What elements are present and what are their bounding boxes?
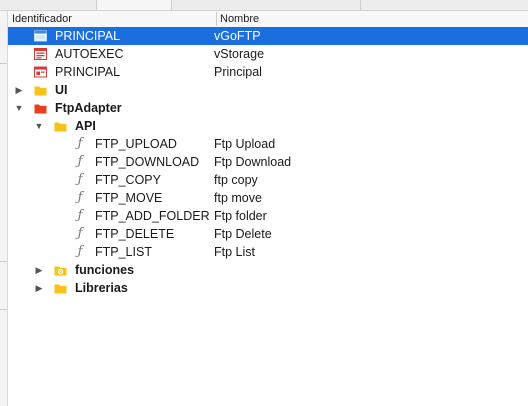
edge-tick — [0, 309, 7, 310]
tree-row-id: FTP_COPY — [95, 173, 161, 187]
folder-gear-icon — [54, 266, 67, 276]
folder-yellow-icon — [54, 284, 67, 294]
tree-row-name: Ftp Upload — [214, 137, 276, 151]
top-tab-strip — [0, 0, 528, 11]
window-red-icon — [34, 66, 47, 78]
tree-row-name: ftp copy — [214, 173, 258, 187]
tree-row-name: Ftp Download — [214, 155, 292, 169]
expand-arrow-icon[interactable]: ▶ — [34, 261, 44, 279]
function-icon: ƒ — [77, 154, 83, 169]
folder-yellow-icon — [54, 122, 67, 132]
function-icon: ƒ — [77, 136, 83, 151]
tree-row-id: FTP_UPLOAD — [95, 137, 177, 151]
function-icon: ƒ — [77, 172, 83, 187]
tree-row-name: vGoFTP — [214, 29, 261, 43]
tab-left[interactable] — [96, 0, 172, 10]
tree-row-id: funciones — [75, 263, 135, 277]
column-header-name[interactable]: Nombre — [220, 12, 259, 26]
tree-function-ftp-download[interactable]: ƒ FTP_DOWNLOAD Ftp Download — [8, 153, 528, 171]
tree-folder-librerias[interactable]: ▶ Librerias — [8, 279, 528, 297]
tree-row-id: API — [75, 119, 96, 133]
column-header: Identificador Nombre — [8, 11, 528, 28]
tree-row-id: FtpAdapter — [55, 101, 122, 115]
tree-function-ftp-delete[interactable]: ƒ FTP_DELETE Ftp Delete — [8, 225, 528, 243]
tree-function-ftp-list[interactable]: ƒ FTP_LIST Ftp List — [8, 243, 528, 261]
tree-row-autoexec[interactable]: AUTOEXEC vStorage — [8, 45, 528, 63]
tree-row-id: FTP_LIST — [95, 245, 152, 259]
window-icon — [34, 30, 47, 42]
tab-right[interactable] — [360, 0, 528, 10]
tree-function-ftp-upload[interactable]: ƒ FTP_UPLOAD Ftp Upload — [8, 135, 528, 153]
tree-row-name: Ftp Delete — [214, 227, 272, 241]
tree-row-name: Ftp List — [214, 245, 255, 259]
tree-row-id: UI — [55, 83, 68, 97]
edge-tick — [0, 261, 7, 262]
tree-folder-ui[interactable]: ▶ UI — [8, 81, 528, 99]
tree-row-id: FTP_ADD_FOLDER — [95, 209, 210, 223]
tree-row-name: ftp move — [214, 191, 262, 205]
tree-row-id: AUTOEXEC — [55, 47, 124, 61]
tree-row-id: FTP_DELETE — [95, 227, 175, 241]
autoexec-icon — [34, 48, 47, 60]
folder-yellow-icon — [34, 86, 47, 96]
function-icon: ƒ — [77, 190, 83, 205]
edge-tick — [0, 63, 7, 64]
tree-function-ftp-move[interactable]: ƒ FTP_MOVE ftp move — [8, 189, 528, 207]
left-edge-panel — [0, 11, 8, 406]
tree-folder-api[interactable]: ▼ API — [8, 117, 528, 135]
tree-row-principal[interactable]: PRINCIPAL Principal — [8, 63, 528, 81]
tree-row-id: FTP_DOWNLOAD — [95, 155, 200, 169]
tree-row-id: PRINCIPAL — [55, 29, 121, 43]
tree-row-name: Ftp folder — [214, 209, 267, 223]
column-separator[interactable] — [216, 12, 217, 26]
function-icon: ƒ — [77, 226, 83, 241]
function-icon: ƒ — [77, 208, 83, 223]
expand-arrow-icon[interactable]: ▶ — [14, 81, 24, 99]
tree-function-ftp-add-folder[interactable]: ƒ FTP_ADD_FOLDER Ftp folder — [8, 207, 528, 225]
folder-red-icon — [34, 104, 47, 114]
expand-arrow-icon[interactable]: ▶ — [34, 279, 44, 297]
tree-folder-ftpadapter[interactable]: ▼ FtpAdapter — [8, 99, 528, 117]
tree-row-name: Principal — [214, 65, 262, 79]
tree-function-ftp-copy[interactable]: ƒ FTP_COPY ftp copy — [8, 171, 528, 189]
tree-row-id: Librerias — [75, 281, 128, 295]
column-header-id[interactable]: Identificador — [12, 12, 72, 26]
tree-row-principal-window[interactable]: PRINCIPAL vGoFTP — [8, 27, 528, 45]
collapse-arrow-icon[interactable]: ▼ — [14, 99, 24, 117]
tree-folder-funciones[interactable]: ▶ funciones — [8, 261, 528, 279]
tree-row-id: PRINCIPAL — [55, 65, 121, 79]
tree-row-id: FTP_MOVE — [95, 191, 163, 205]
tree-row-name: vStorage — [214, 47, 265, 61]
function-icon: ƒ — [77, 244, 83, 259]
collapse-arrow-icon[interactable]: ▼ — [34, 117, 44, 135]
